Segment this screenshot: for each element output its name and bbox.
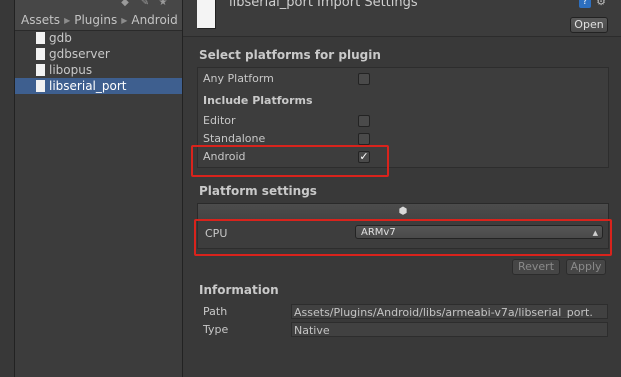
select-platforms-heading: Select platforms for plugin <box>199 48 381 62</box>
include-platforms-heading: Include Platforms <box>203 94 313 107</box>
standalone-checkbox[interactable] <box>358 133 370 145</box>
file-item-gdb[interactable]: gdb <box>15 30 182 46</box>
type-label: Type <box>203 323 229 336</box>
apply-button[interactable]: Apply <box>566 259 606 275</box>
file-name: gdb <box>49 31 72 45</box>
platform-settings-heading: Platform settings <box>199 184 317 198</box>
android-highlight-box <box>191 145 389 177</box>
platform-label-editor: Editor <box>203 114 236 127</box>
project-pane: ◆ ✎ ★ Assets ▶ Plugins ▶ Android gdb gdbserv… <box>15 0 183 377</box>
file-name: libopus <box>49 63 93 77</box>
breadcrumb-separator-icon: ▶ <box>64 16 71 25</box>
inspector-header: libserial_port Import Settings ? ⚙ Open <box>183 0 621 37</box>
file-item-libserial-port[interactable]: libserial_port <box>15 78 182 94</box>
open-button[interactable]: Open <box>570 17 608 33</box>
any-platform-label: Any Platform <box>203 72 274 85</box>
file-name: gdbserver <box>49 47 110 61</box>
file-item-gdbserver[interactable]: gdbserver <box>15 46 182 62</box>
project-toolbar: ◆ ✎ ★ <box>15 0 182 10</box>
file-item-libopus[interactable]: libopus <box>15 62 182 78</box>
breadcrumb: Assets ▶ Plugins ▶ Android <box>15 10 182 31</box>
breadcrumb-separator-icon: ▶ <box>121 16 128 25</box>
inspector-panel: libserial_port Import Settings ? ⚙ Open … <box>183 0 621 377</box>
favorite-star-icon[interactable]: ★ <box>157 0 169 9</box>
path-field[interactable]: Assets/Plugins/Android/libs/armeabi-v7a/… <box>291 304 608 319</box>
any-platform-checkbox[interactable] <box>358 73 370 85</box>
filter-type-icon[interactable]: ◆ <box>119 0 131 9</box>
revert-button[interactable]: Revert <box>512 259 560 275</box>
file-icon <box>36 48 45 60</box>
asset-file-icon <box>197 0 215 28</box>
breadcrumb-assets[interactable]: Assets <box>21 13 60 27</box>
editor-checkbox[interactable] <box>358 115 370 127</box>
breadcrumb-android[interactable]: Android <box>131 13 177 27</box>
file-list: gdb gdbserver libopus libserial_port <box>15 30 182 94</box>
android-icon: ⬢ <box>398 206 408 217</box>
file-icon <box>36 64 45 76</box>
path-label: Path <box>203 305 228 318</box>
gear-icon[interactable]: ⚙ <box>595 0 607 8</box>
help-icon[interactable]: ? <box>579 0 591 8</box>
breadcrumb-plugins[interactable]: Plugins <box>74 13 117 27</box>
label-tag-icon[interactable]: ✎ <box>139 0 151 9</box>
cpu-highlight-box <box>194 219 612 256</box>
information-heading: Information <box>199 283 279 297</box>
file-name: libserial_port <box>49 79 127 93</box>
file-icon <box>36 32 45 44</box>
file-icon <box>36 80 45 92</box>
platform-label-standalone: Standalone <box>203 132 266 145</box>
inspector-title: libserial_port Import Settings <box>229 0 418 10</box>
left-edge-strip <box>0 0 15 377</box>
type-field[interactable]: Native <box>291 322 608 337</box>
